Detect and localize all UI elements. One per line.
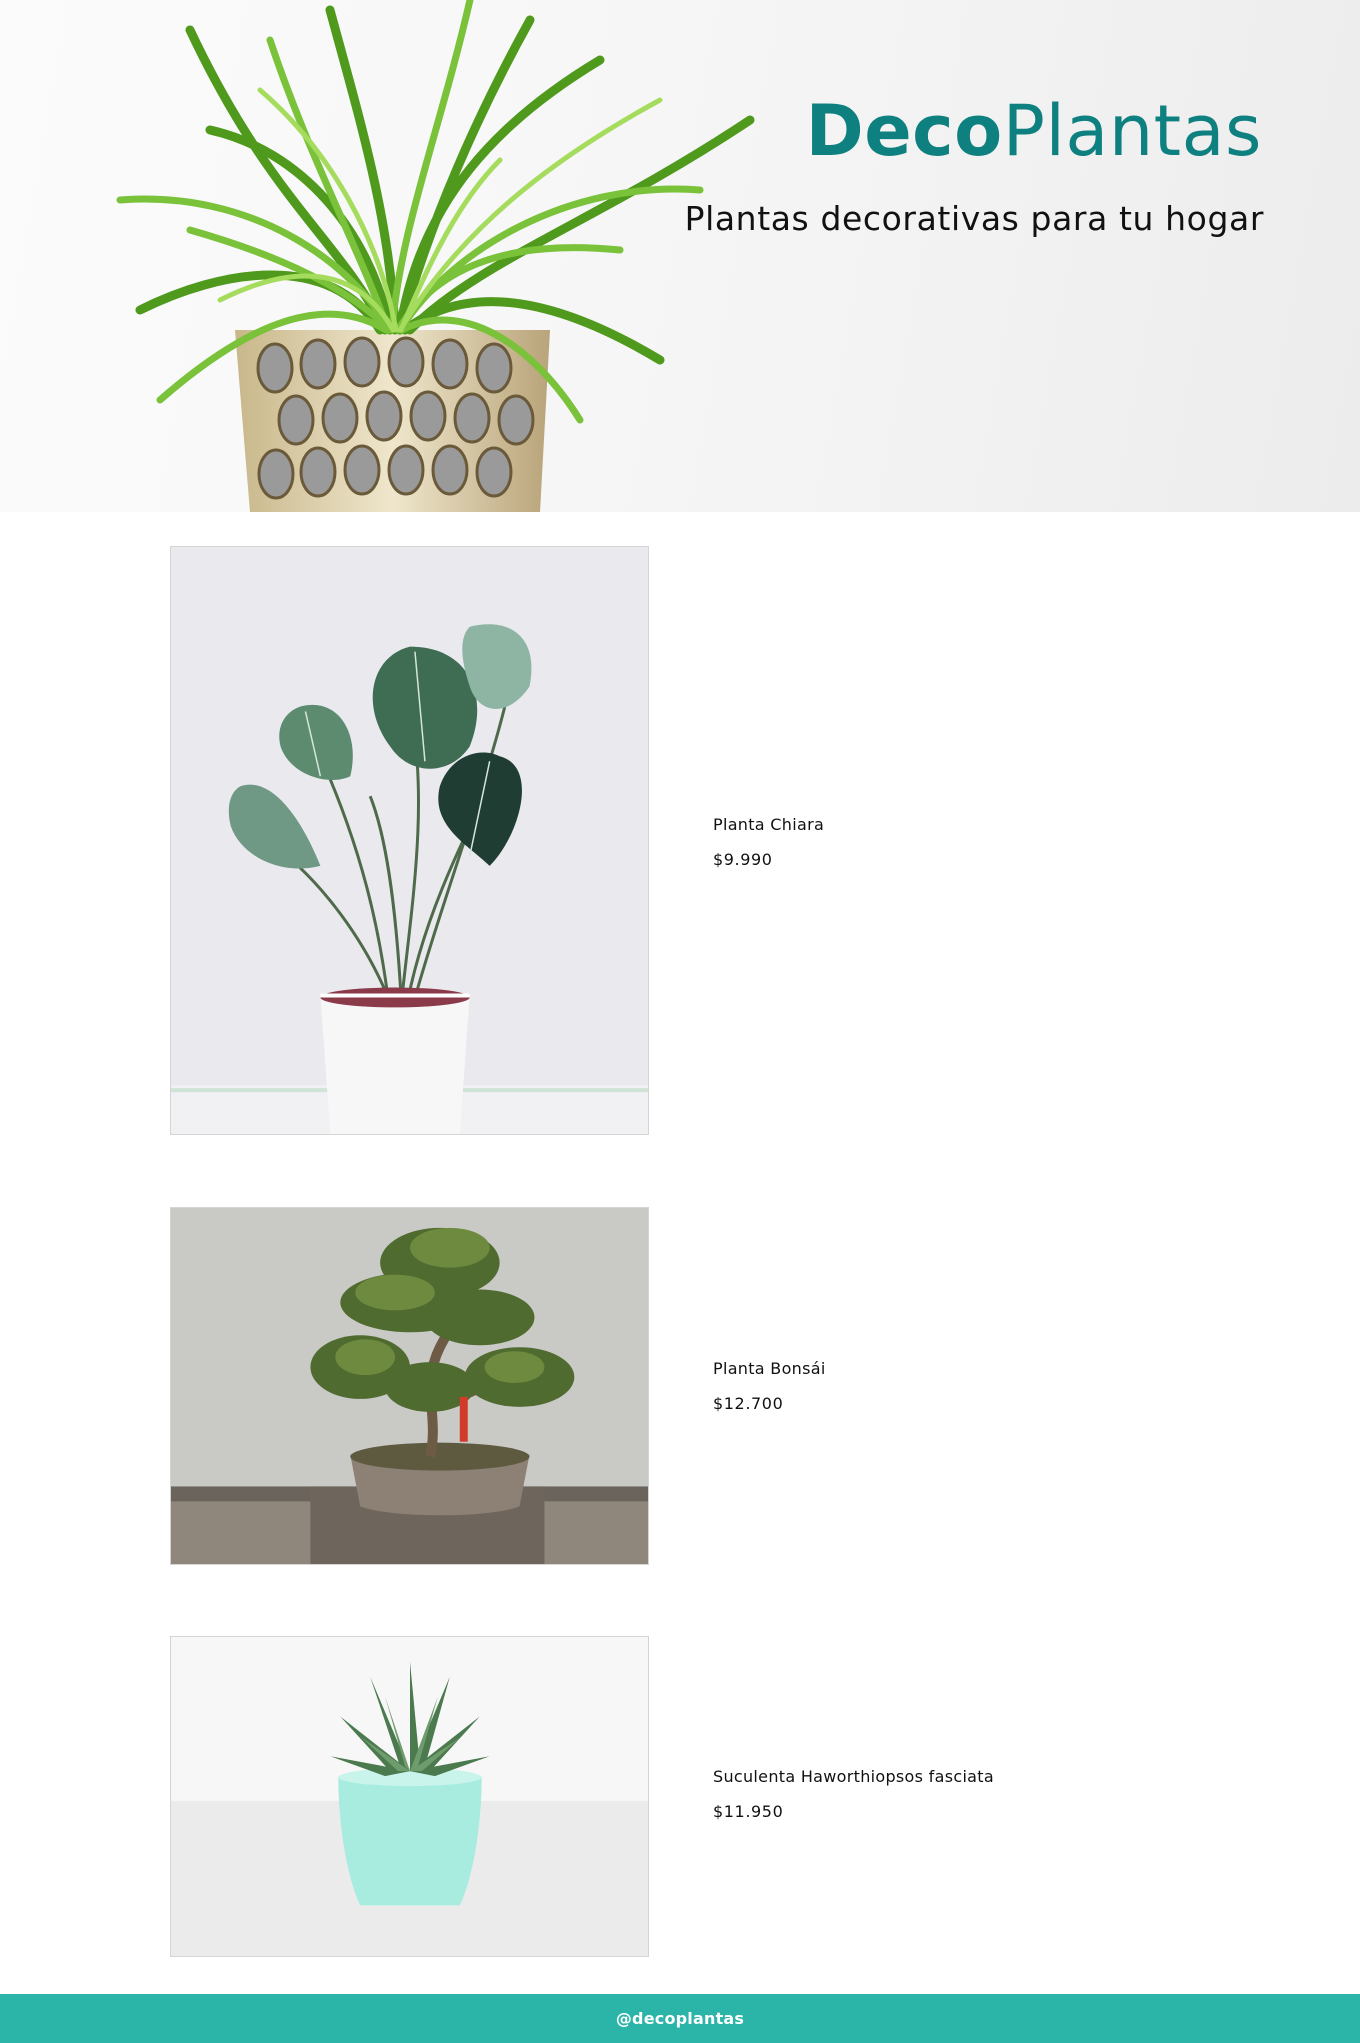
anthurium-plant-image: [171, 547, 648, 1134]
social-handle-link[interactable]: @decoplantas: [616, 2009, 744, 2028]
product-card: Suculenta Haworthiopsos fasciata $11.950: [170, 1636, 1220, 1957]
brand-name-part-plantas: Plantas: [1002, 90, 1262, 172]
hero-tagline: Plantas decorativas para tu hogar: [684, 199, 1264, 238]
bonsai-plant-image: [171, 1208, 648, 1564]
product-photo[interactable]: [170, 1636, 649, 1957]
product-name[interactable]: Planta Chiara: [713, 815, 824, 835]
product-card: Planta Bonsái $12.700: [170, 1207, 1220, 1565]
footer: @decoplantas: [0, 1994, 1360, 2043]
brand-logo[interactable]: DecoPlantas: [806, 88, 1262, 174]
product-name[interactable]: Planta Bonsái: [713, 1359, 826, 1379]
product-card: Planta Chiara $9.990: [170, 546, 1220, 1135]
product-name[interactable]: Suculenta Haworthiopsos fasciata: [713, 1767, 994, 1787]
product-photo[interactable]: [170, 546, 649, 1135]
product-price: $11.950: [713, 1802, 784, 1821]
product-photo[interactable]: [170, 1207, 649, 1565]
succulent-plant-image: [171, 1637, 648, 1956]
product-price: $12.700: [713, 1394, 784, 1413]
product-price: $9.990: [713, 850, 773, 869]
brand-name-part-deco: Deco: [805, 90, 1003, 172]
hero-plant-image: [116, 0, 755, 512]
hero-banner: DecoPlantas Plantas decorativas para tu …: [0, 0, 1360, 512]
